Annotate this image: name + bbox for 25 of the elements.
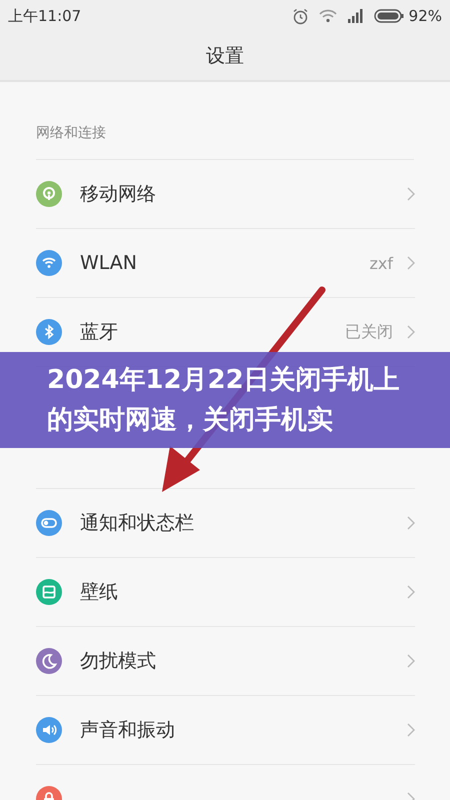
battery-icon <box>374 9 404 23</box>
banner-title: 2024年12月22日关闭手机上的实时网速，关闭手机实 <box>47 364 401 437</box>
settings-item[interactable]: 勿扰模式 <box>36 641 415 681</box>
item-value: zxf <box>370 254 393 272</box>
settings-item[interactable]: 声音和振动 <box>36 710 415 750</box>
signal-icon <box>346 9 365 23</box>
item-value: 已关闭 <box>345 322 393 342</box>
wifi-icon <box>318 8 338 24</box>
settings-item[interactable]: 移动网络 <box>36 174 415 214</box>
chevron-icon <box>407 187 415 201</box>
chevron-icon <box>407 585 415 599</box>
chevron-icon <box>407 723 415 737</box>
section-header: 网络和连接 <box>36 82 414 160</box>
settings-item[interactable]: 蓝牙 已关闭 <box>36 312 415 352</box>
chevron-icon <box>407 654 415 668</box>
status-time: 上午11:07 <box>8 6 82 26</box>
alarm-icon <box>292 8 309 24</box>
screen-title: 设置 <box>206 44 244 69</box>
settings-item[interactable]: 壁纸 <box>36 572 415 612</box>
settings-item[interactable]: 通知和状态栏 <box>36 503 415 543</box>
battery-percent: 92% <box>408 7 442 25</box>
chevron-icon <box>407 516 415 530</box>
chevron-icon <box>407 256 415 270</box>
settings-item[interactable]: WLAN zxf <box>36 243 415 283</box>
chevron-icon <box>407 325 415 339</box>
